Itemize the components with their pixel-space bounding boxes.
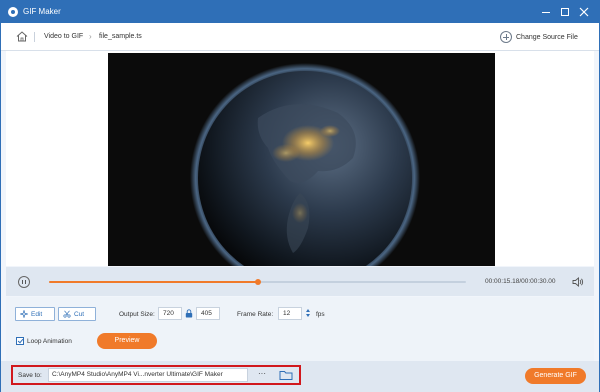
cut-button-label: Cut [74, 310, 85, 318]
maximize-button[interactable] [558, 5, 572, 19]
frame-rate-field[interactable]: 12 [278, 307, 302, 320]
pause-button[interactable] [18, 276, 30, 288]
minimize-button[interactable] [539, 5, 553, 19]
video-frame [108, 53, 495, 266]
home-icon[interactable] [16, 31, 28, 42]
scissors-icon [63, 310, 71, 318]
close-icon [579, 7, 589, 17]
earth-at-night-image [190, 63, 420, 266]
time-display: 00:00:15.18/00:00:30.00 [485, 278, 556, 285]
cut-button[interactable]: Cut [58, 307, 96, 321]
pause-icon-bar [25, 280, 26, 284]
timeline-progress [49, 281, 258, 283]
lock-icon[interactable] [185, 309, 193, 318]
output-size-label: Output Size: [119, 311, 155, 318]
fps-label: fps [316, 311, 325, 318]
add-circle-icon [500, 31, 512, 43]
loop-animation-label: Loop Animation [27, 338, 72, 345]
frame-rate-stepper[interactable] [305, 307, 311, 320]
save-path-field[interactable]: C:\AnyMP4 Studio\AnyMP4 Vi...nverter Ult… [48, 368, 248, 382]
gif-settings-panel: Edit Cut Output Size: 720 405 Frame Rate… [6, 297, 594, 361]
open-folder-icon[interactable] [277, 368, 295, 382]
maximize-icon [561, 8, 569, 16]
breadcrumb-file-name: file_sample.ts [99, 33, 142, 40]
edit-button-label: Edit [31, 310, 43, 318]
save-to-label: Save to: [18, 372, 42, 379]
player-controls: 00:00:15.18/00:00:30.00 [6, 267, 594, 296]
pause-icon-bar [22, 280, 23, 284]
magic-wand-icon [20, 310, 28, 318]
stepper-up-icon [305, 309, 310, 312]
loop-animation-checkbox[interactable] [16, 337, 24, 345]
edit-button[interactable]: Edit [15, 307, 55, 321]
timeline-handle[interactable] [254, 279, 261, 285]
app-logo-icon [8, 7, 18, 17]
preview-button[interactable]: Preview [97, 333, 157, 349]
gif-maker-window: GIF Maker Video to GIF › file_sample.ts … [0, 0, 600, 392]
close-button[interactable] [577, 5, 591, 19]
browse-more-button[interactable]: ··· [251, 368, 273, 382]
chevron-right-icon: › [89, 32, 92, 41]
frame-rate-label: Frame Rate: [237, 311, 274, 318]
change-source-file-label: Change Source File [516, 33, 578, 41]
title-bar: GIF Maker [1, 1, 599, 23]
breadcrumb-separator [34, 32, 35, 42]
minimize-icon [542, 12, 550, 13]
output-width-field[interactable]: 720 [158, 307, 182, 320]
timeline-slider[interactable] [49, 279, 466, 285]
generate-gif-button[interactable]: Generate GIF [525, 368, 586, 384]
output-height-field[interactable]: 405 [196, 307, 220, 320]
window-title: GIF Maker [23, 7, 61, 16]
volume-icon[interactable] [572, 277, 584, 287]
stepper-down-icon [305, 314, 310, 317]
breadcrumb: Video to GIF › file_sample.ts Change Sou… [1, 23, 599, 51]
change-source-file-button[interactable]: Change Source File [500, 30, 578, 44]
breadcrumb-video-to-gif[interactable]: Video to GIF [44, 33, 83, 40]
